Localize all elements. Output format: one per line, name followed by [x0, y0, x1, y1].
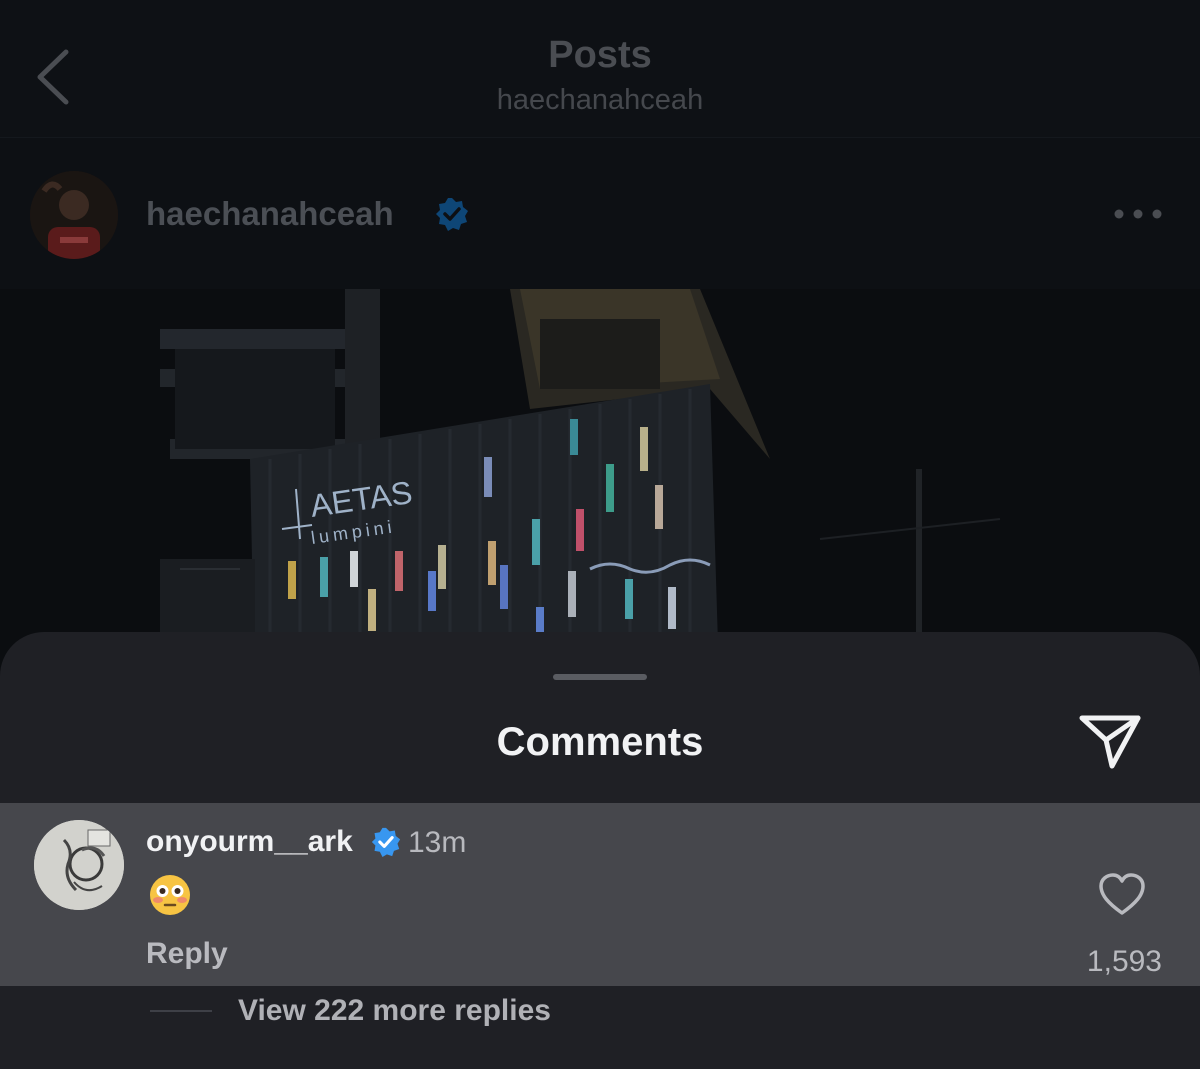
commenter-avatar-image [34, 820, 124, 910]
post-author-avatar[interactable] [30, 171, 118, 259]
post-header: haechanahceah [0, 139, 1200, 289]
post-author-username[interactable]: haechanahceah [146, 195, 394, 233]
replies-divider [150, 1010, 212, 1012]
sheet-drag-handle[interactable] [553, 674, 647, 680]
view-more-replies-button[interactable]: View 222 more replies [238, 994, 551, 1028]
flushed-face-emoji [150, 875, 190, 915]
avatar-image [30, 171, 118, 259]
verified-badge-icon [436, 198, 468, 231]
reply-button[interactable]: Reply [146, 937, 228, 971]
comment-timestamp: 13m [408, 826, 467, 859]
commenter-username[interactable]: onyourm__ark [146, 825, 353, 859]
share-send-icon[interactable] [1076, 710, 1144, 772]
verified-badge-icon [371, 827, 401, 857]
commenter-avatar[interactable] [34, 820, 124, 910]
comment-like-count: 1,593 [1086, 945, 1162, 978]
page-title: Posts [548, 34, 652, 76]
more-options-icon[interactable] [1112, 201, 1164, 227]
comments-sheet: Comments onyourm__ark 13m Reply 1,593 Vi… [0, 632, 1200, 1069]
page-subtitle: haechanahceah [496, 84, 704, 116]
heart-icon[interactable] [1098, 873, 1146, 917]
comment-row[interactable]: onyourm__ark 13m Reply 1,593 [0, 803, 1200, 986]
top-bar: Posts haechanahceah [0, 0, 1200, 138]
comments-title: Comments [496, 720, 704, 764]
